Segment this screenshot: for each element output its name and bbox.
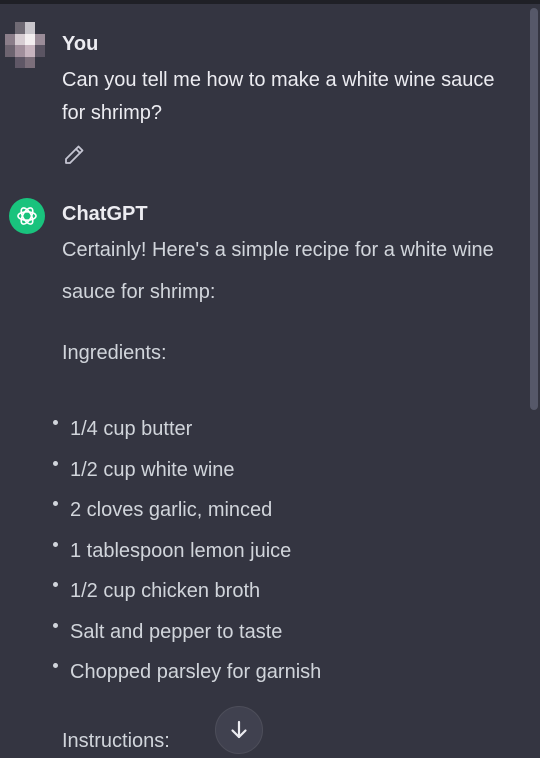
user-message-text: Can you tell me how to make a white wine… xyxy=(62,69,495,124)
bullet-icon xyxy=(53,420,58,425)
ingredient-text: 1/4 cup butter xyxy=(70,418,193,440)
assistant-intro-text: Certainly! Here's a simple recipe for a … xyxy=(62,239,494,303)
pencil-icon[interactable] xyxy=(62,143,86,167)
assistant-message-body: Certainly! Here's a simple recipe for a … xyxy=(53,229,517,752)
bullet-icon xyxy=(53,541,58,547)
bullet-icon xyxy=(53,663,58,668)
ingredient-text: Salt and pepper to taste xyxy=(70,620,283,643)
instructions-heading: Instructions: xyxy=(62,730,170,752)
list-item: 2 cloves garlic, minced xyxy=(53,490,321,531)
ingredient-text: 1/2 cup white wine xyxy=(70,458,235,481)
user-avatar xyxy=(5,22,45,68)
list-item: Chopped parsley for garnish xyxy=(53,652,322,693)
ingredient-text: Chopped parsley for garnish xyxy=(70,661,322,683)
list-item: Salt and pepper to taste xyxy=(53,612,321,653)
ingredients-list: 1/4 cup butter 1/2 cup white wine 2 clov… xyxy=(53,409,322,693)
bullet-icon xyxy=(53,460,58,466)
arrow-down-icon xyxy=(231,720,247,739)
scrollbar-thumb[interactable] xyxy=(530,8,538,410)
assistant-author-name: ChatGPT xyxy=(62,203,148,225)
ingredient-text: 1 tablespoon lemon juice xyxy=(70,539,292,562)
bullet-icon xyxy=(53,582,58,587)
window-top-edge xyxy=(0,0,540,4)
list-item: 1/2 cup chicken broth xyxy=(53,571,321,612)
list-item: 1/2 cup white wine xyxy=(53,450,321,491)
list-item: 1 tablespoon lemon juice xyxy=(53,531,321,572)
scroll-to-bottom-button[interactable] xyxy=(215,706,263,754)
user-author-name: You xyxy=(62,33,99,55)
openai-logo-icon xyxy=(9,198,45,234)
ingredient-text: 2 cloves garlic, minced xyxy=(70,499,273,521)
bullet-icon xyxy=(53,622,58,628)
ingredients-heading: Ingredients: xyxy=(62,342,167,364)
list-item: 1/4 cup butter xyxy=(53,409,321,450)
ingredient-text: 1/2 cup chicken broth xyxy=(70,580,261,602)
bullet-icon xyxy=(53,501,58,506)
